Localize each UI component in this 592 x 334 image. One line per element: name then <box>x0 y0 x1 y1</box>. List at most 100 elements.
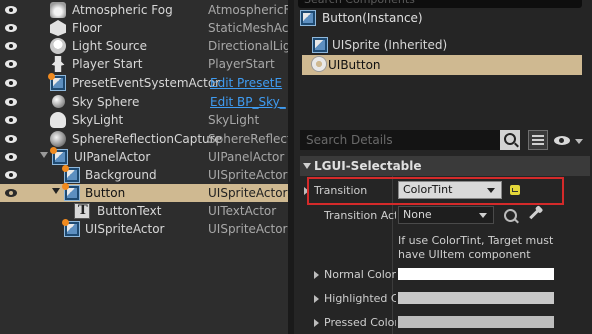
ui-actor-icon <box>300 10 316 26</box>
search-components-input[interactable]: Search Components <box>298 0 582 8</box>
ui-sprite-icon <box>62 219 80 237</box>
outliner-row[interactable]: UISpriteActor UISpriteActor <box>0 219 288 238</box>
visibility-eye-icon[interactable] <box>5 4 17 16</box>
expand-arrow-icon[interactable] <box>52 188 60 194</box>
normal-color-swatch[interactable] <box>398 268 554 280</box>
player-start-icon <box>51 56 65 72</box>
actor-type: UIPanelActor <box>208 150 285 164</box>
actor-type: AtmosphericF <box>208 3 288 17</box>
actor-type: UITextActor <box>208 204 277 218</box>
outliner-row-selected[interactable]: Button UISpriteActor <box>0 183 288 202</box>
edit-blueprint-link[interactable]: Edit BP_Sky_ <box>210 95 286 109</box>
outliner-row[interactable]: UIPanelActor UIPanelActor <box>0 147 288 166</box>
visibility-eye-icon[interactable] <box>5 77 17 89</box>
outliner-row[interactable]: Background UISpriteActor <box>0 165 288 184</box>
actor-name: Atmospheric Fog <box>72 3 173 17</box>
chevron-down-icon[interactable] <box>575 139 583 144</box>
outliner-row[interactable]: Sky Sphere Edit BP_Sky_ <box>0 93 288 111</box>
ui-sprite-icon <box>62 183 80 201</box>
expand-arrow-icon[interactable] <box>314 295 319 303</box>
actor-type: SkyLight <box>208 113 260 127</box>
property-label: Highlighted C <box>324 292 396 305</box>
search-details-input[interactable]: Search Details <box>300 130 500 150</box>
actor-name: ButtonText <box>97 204 162 218</box>
reflection-capture-icon <box>50 131 66 147</box>
property-label: Normal Color <box>324 268 396 281</box>
visibility-eye-icon[interactable] <box>5 114 17 126</box>
browse-search-icon[interactable] <box>504 209 517 222</box>
collapse-arrow-icon <box>303 163 311 169</box>
ui-actor-icon <box>48 73 66 91</box>
search-button[interactable] <box>500 130 520 150</box>
static-mesh-icon <box>50 20 66 36</box>
details-panel: Search Components Button(Instance) UISpr… <box>294 0 592 334</box>
actor-name: UIPanelActor <box>74 150 151 164</box>
expand-arrow-icon[interactable] <box>314 271 319 279</box>
visibility-eye-icon[interactable] <box>5 22 17 34</box>
outliner-row[interactable]: Floor StaticMeshAc <box>0 19 288 37</box>
expand-arrow-icon[interactable] <box>40 152 48 158</box>
actor-name: SphereReflectionCapture <box>72 132 222 146</box>
outliner-row[interactable]: SkyLight SkyLight <box>0 111 288 129</box>
light-bulb-icon <box>50 38 66 54</box>
text-icon <box>74 203 90 219</box>
category-header[interactable]: LGUI-Selectable <box>300 156 590 176</box>
ui-sprite-icon <box>62 165 80 183</box>
sky-light-icon <box>50 112 66 128</box>
search-icon <box>504 133 516 145</box>
actor-name: Floor <box>72 21 102 35</box>
instance-label: Button(Instance) <box>322 11 423 25</box>
actor-name: UISpriteActor <box>85 222 165 236</box>
highlight-annotation-box <box>307 177 564 205</box>
expand-arrow-icon[interactable] <box>314 319 319 327</box>
transition-actor-dropdown[interactable]: None <box>398 206 494 224</box>
actor-name: SkyLight <box>72 113 124 127</box>
actor-name: PresetEventSystemActor <box>72 76 221 90</box>
ui-sprite-icon <box>312 37 328 53</box>
category-label: LGUI-Selectable <box>314 159 422 173</box>
component-uisprite[interactable]: UISprite (Inherited) <box>302 35 582 55</box>
actor-type: SphereReflect <box>208 132 288 146</box>
visibility-eye-icon[interactable] <box>5 96 17 108</box>
instance-row[interactable]: Button(Instance) <box>298 8 582 30</box>
actor-type: UISpriteActor <box>208 186 288 200</box>
component-label: UIButton <box>328 58 381 72</box>
visibility-eye-icon[interactable] <box>5 151 17 163</box>
outliner-row[interactable]: ButtonText UITextActor <box>0 202 288 220</box>
component-label: UISprite (Inherited) <box>332 38 448 52</box>
actor-type: PlayerStart <box>208 57 275 71</box>
edit-blueprint-link[interactable]: Edit PresetE <box>210 76 282 90</box>
world-outliner: Atmospheric Fog AtmosphericF Floor Stati… <box>0 0 288 334</box>
actor-type: StaticMeshAc <box>208 21 288 35</box>
visibility-eye-icon[interactable] <box>5 58 17 70</box>
highlighted-color-swatch[interactable] <box>398 292 554 304</box>
visibility-eye-icon[interactable] <box>5 169 17 181</box>
property-matrix-button[interactable] <box>528 130 548 150</box>
actor-name: Background <box>85 168 157 182</box>
ui-actor-icon <box>50 147 68 165</box>
actor-name: Light Source <box>72 39 147 53</box>
sphere-icon <box>52 95 65 108</box>
visibility-eye-icon[interactable] <box>5 40 17 52</box>
outliner-row[interactable]: Light Source DirectionalLig <box>0 37 288 55</box>
hint-text: If use ColorTint, Target must have UIIte… <box>398 234 554 261</box>
outliner-row[interactable]: Player Start PlayerStart <box>0 55 288 73</box>
actor-name: Player Start <box>72 57 143 71</box>
pressed-color-swatch[interactable] <box>398 316 554 328</box>
view-options-eye-icon[interactable] <box>554 136 570 145</box>
outliner-row[interactable]: Atmospheric Fog AtmosphericF <box>0 1 288 19</box>
dropdown-value: None <box>403 208 432 221</box>
atmospheric-fog-icon <box>50 2 66 18</box>
outliner-row[interactable]: PresetEventSystemActor Edit PresetE <box>0 73 288 92</box>
property-label: Pressed Color <box>324 316 396 329</box>
visibility-eye-icon[interactable] <box>5 187 17 199</box>
component-uibutton[interactable]: UIButton <box>302 55 582 75</box>
actor-type: UISpriteActor <box>208 222 288 236</box>
visibility-eye-icon[interactable] <box>5 133 17 145</box>
actor-type: DirectionalLig <box>208 39 288 53</box>
property-label: Transition Act <box>324 209 396 222</box>
actor-name: Sky Sphere <box>72 95 140 109</box>
actor-name: Button <box>85 186 126 200</box>
gear-icon <box>312 57 326 71</box>
outliner-row[interactable]: SphereReflectionCapture SphereReflect <box>0 130 288 148</box>
